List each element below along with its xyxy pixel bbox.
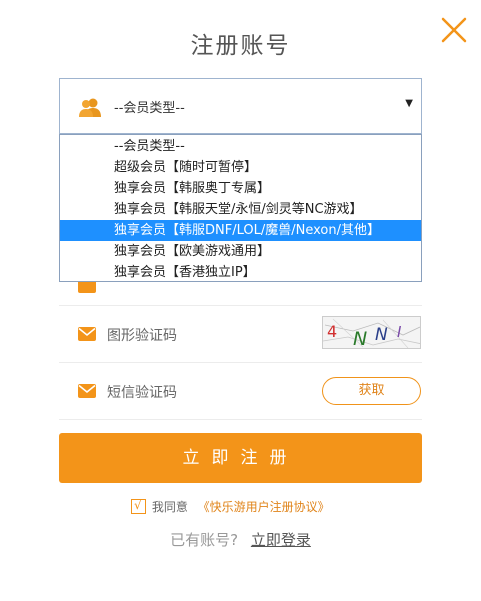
captcha-row: 图形验证码 4 N N I	[59, 306, 422, 363]
dropdown-arrow-icon[interactable]: ▼	[405, 98, 413, 109]
captcha-noise: 4 N N I	[323, 318, 420, 349]
captcha-input[interactable]: 图形验证码	[107, 325, 177, 345]
svg-text:N: N	[353, 328, 367, 349]
users-icon	[79, 98, 101, 117]
svg-text:4: 4	[327, 322, 337, 341]
get-sms-code-button[interactable]: 获取	[322, 377, 421, 405]
svg-text:I: I	[397, 323, 402, 341]
agreement-link[interactable]: 《快乐游用户注册协议》	[198, 500, 330, 514]
check-icon: √	[134, 498, 142, 512]
captcha-image[interactable]: 4 N N I	[322, 316, 421, 349]
close-icon[interactable]	[440, 16, 468, 44]
envelope-icon	[78, 384, 96, 398]
login-prompt-text: 已有账号?	[170, 531, 239, 549]
page-title: 注册账号	[190, 33, 291, 59]
register-button[interactable]: 立即注册	[59, 433, 422, 483]
dropdown-option-highlighted[interactable]: 独享会员【韩服DNF/LOL/魔兽/Nexon/其他】	[60, 220, 421, 241]
dropdown-option[interactable]: 独享会员【韩服天堂/永恒/剑灵等NC游戏】	[60, 199, 421, 220]
dropdown-option[interactable]: 独享会员【韩服奥丁专属】	[60, 178, 421, 199]
sms-row: 短信验证码 获取	[59, 363, 422, 420]
dropdown-option[interactable]: 超级会员【随时可暂停】	[60, 157, 421, 178]
dropdown-option[interactable]: 独享会员【香港独立IP】	[60, 262, 421, 283]
dropdown-option[interactable]: 独享会员【欧美游戏通用】	[60, 241, 421, 262]
login-link[interactable]: 立即登录	[251, 531, 311, 549]
envelope-icon	[78, 327, 96, 341]
sms-code-input[interactable]: 短信验证码	[107, 382, 177, 402]
login-prompt: 已有账号? 立即登录	[0, 529, 481, 550]
dropdown-option[interactable]: --会员类型--	[60, 136, 421, 157]
member-type-select[interactable]: --会员类型-- ▼	[59, 78, 422, 134]
agree-text: 我同意	[151, 500, 188, 514]
agree-checkbox[interactable]: √	[131, 498, 146, 514]
agreement: √ 我同意 《快乐游用户注册协议》	[131, 498, 330, 516]
svg-text:N: N	[375, 325, 388, 345]
member-type-dropdown[interactable]: --会员类型-- 超级会员【随时可暂停】 独享会员【韩服奥丁专属】 独享会员【韩…	[59, 134, 422, 282]
member-type-value: --会员类型--	[114, 101, 185, 116]
